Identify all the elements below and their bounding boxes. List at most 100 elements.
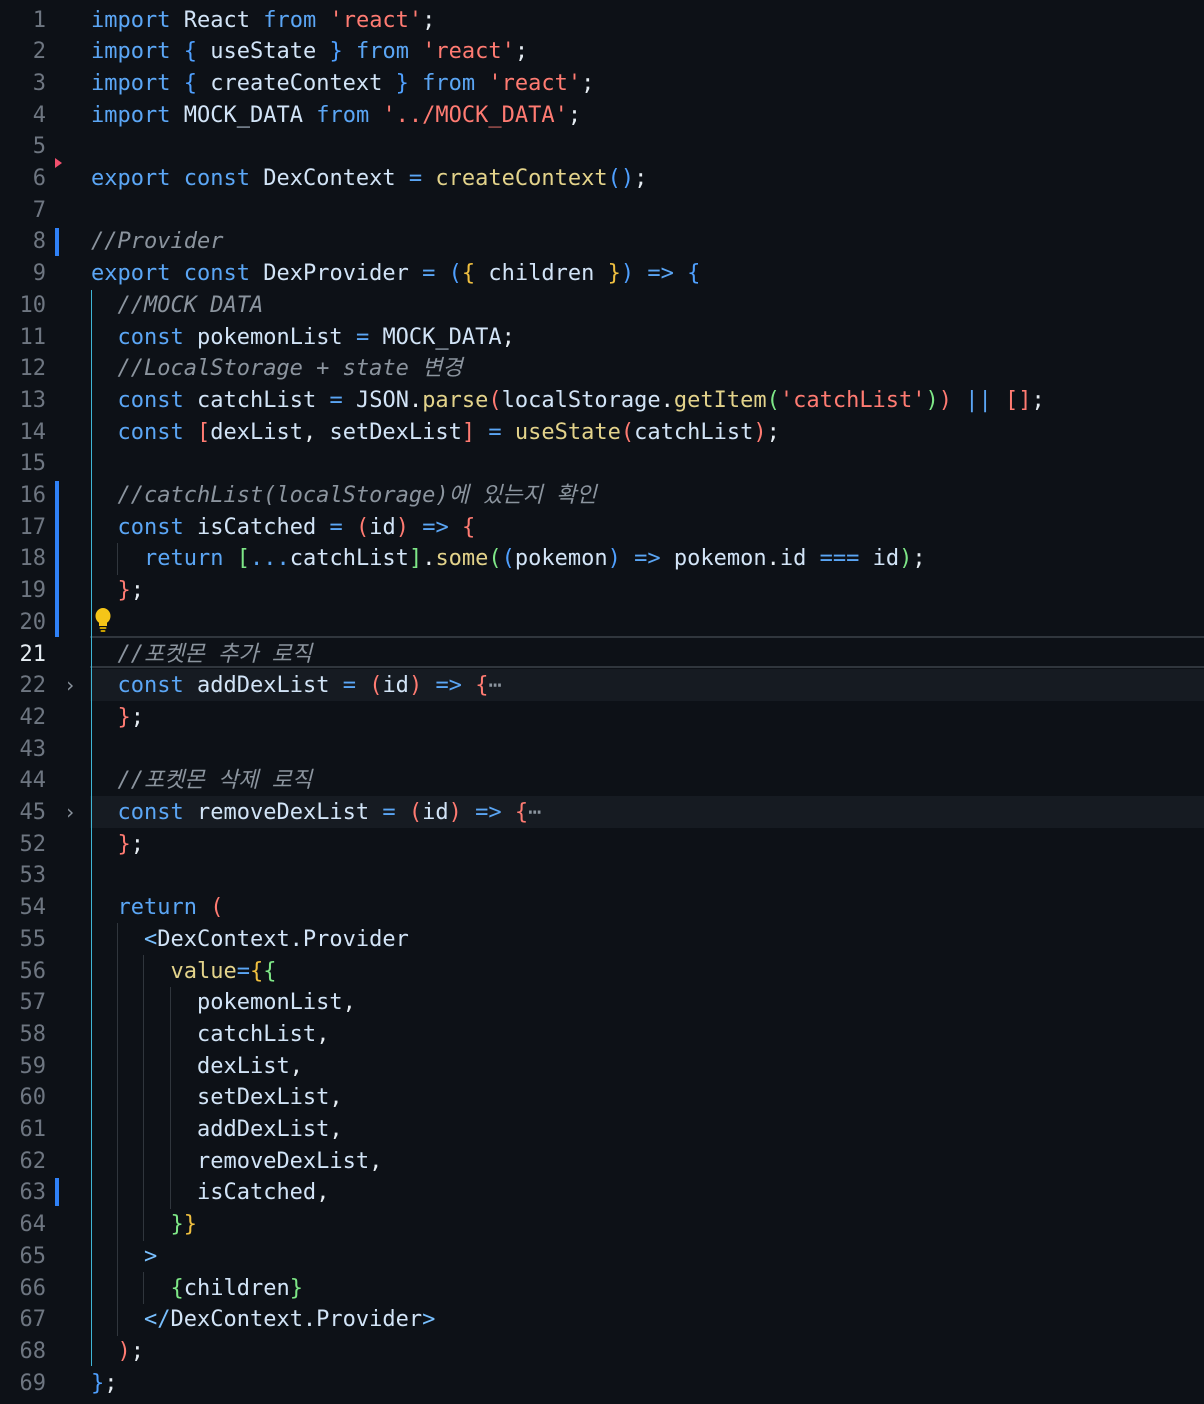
code-line[interactable]: 58 catchList, (0, 1019, 1204, 1051)
code-text[interactable]: </DexContext.Provider> (91, 1304, 435, 1336)
line-number[interactable]: 43 (0, 734, 47, 766)
line-number[interactable]: 9 (0, 258, 46, 290)
code-text[interactable]: import MOCK_DATA from '../MOCK_DATA'; (91, 100, 581, 132)
line-number[interactable]: 13 (0, 385, 47, 417)
code-line[interactable]: 53 (0, 860, 1204, 892)
code-line[interactable]: 56 value={{ (0, 956, 1204, 988)
code-text[interactable]: const isCatched = (id) => { (91, 512, 476, 544)
code-text[interactable]: import React from 'react'; (91, 5, 435, 37)
line-number[interactable]: 12 (0, 353, 47, 385)
line-number[interactable]: 6 (0, 163, 46, 195)
line-number[interactable]: 66 (0, 1273, 47, 1305)
code-text[interactable]: ); (91, 1336, 145, 1368)
code-line[interactable]: 21 //포켓몬 추가 로직 (0, 639, 1204, 671)
code-line[interactable]: 20 (0, 607, 1204, 639)
line-number[interactable]: 11 (0, 322, 47, 354)
line-number[interactable]: 3 (0, 68, 46, 100)
line-number[interactable]: 4 (0, 100, 46, 132)
line-number[interactable]: 53 (0, 860, 47, 892)
code-line[interactable]: 59 dexList, (0, 1051, 1204, 1083)
code-line[interactable]: 3 import { createContext } from 'react'; (0, 68, 1204, 100)
line-number[interactable]: 61 (0, 1114, 47, 1146)
code-text[interactable]: //LocalStorage + state 변경 (91, 353, 463, 385)
code-line[interactable]: 57 pokemonList, (0, 987, 1204, 1019)
line-number[interactable]: 18 (0, 543, 47, 575)
code-line[interactable]: 5 (0, 131, 1204, 163)
line-number[interactable]: 7 (0, 195, 46, 227)
code-line[interactable]: 17 const isCatched = (id) => { (0, 512, 1204, 544)
line-number[interactable]: 55 (0, 924, 47, 956)
code-text[interactable]: import { useState } from 'react'; (91, 36, 528, 68)
line-number[interactable]: 69 (0, 1368, 47, 1400)
code-text[interactable]: }; (91, 1368, 118, 1400)
code-line[interactable]: 18 return [...catchList].some((pokemon) … (0, 543, 1204, 575)
line-number[interactable]: 52 (0, 829, 47, 861)
line-number[interactable]: 65 (0, 1241, 47, 1273)
line-number[interactable]: 17 (0, 512, 47, 544)
folded-ellipsis[interactable]: ⋯ (528, 800, 541, 825)
line-number[interactable]: 45 (0, 797, 47, 829)
code-text[interactable]: <DexContext.Provider (91, 924, 409, 956)
line-number[interactable]: 63 (0, 1177, 47, 1209)
line-number[interactable]: 16 (0, 480, 47, 512)
code-line[interactable]: 55 <DexContext.Provider (0, 924, 1204, 956)
code-text[interactable]: return ( (91, 892, 224, 924)
code-text[interactable]: const [dexList, setDexList] = useState(c… (91, 417, 780, 449)
line-number[interactable]: 57 (0, 987, 47, 1019)
code-line[interactable]: 44 //포켓몬 삭제 로직 (0, 765, 1204, 797)
code-text[interactable]: }} (91, 1209, 197, 1241)
line-number[interactable]: 14 (0, 417, 47, 449)
line-number[interactable]: 42 (0, 702, 47, 734)
code-line[interactable]: 63 isCatched, (0, 1177, 1204, 1209)
code-text[interactable]: pokemonList, (91, 987, 356, 1019)
code-line[interactable]: 14 const [dexList, setDexList] = useStat… (0, 417, 1204, 449)
code-text[interactable]: const catchList = JSON.parse(localStorag… (91, 385, 1045, 417)
code-text[interactable]: }; (91, 829, 145, 861)
code-line[interactable]: 67 </DexContext.Provider> (0, 1304, 1204, 1336)
line-number[interactable]: 21 (0, 639, 47, 671)
code-line[interactable]: 2 import { useState } from 'react'; (0, 36, 1204, 68)
line-number[interactable]: 19 (0, 575, 47, 607)
code-line[interactable]: 13 const catchList = JSON.parse(localSto… (0, 385, 1204, 417)
code-line[interactable]: 52 }; (0, 829, 1204, 861)
code-line[interactable]: 69}; (0, 1368, 1204, 1400)
code-line[interactable]: 60 setDexList, (0, 1082, 1204, 1114)
line-number[interactable]: 60 (0, 1082, 47, 1114)
code-text[interactable]: > (91, 1241, 157, 1273)
line-number[interactable]: 1 (0, 5, 46, 37)
code-text[interactable]: const addDexList = (id) => {⋯ (91, 670, 502, 702)
code-line[interactable]: 1 import React from 'react'; (0, 5, 1204, 37)
code-text[interactable]: //포켓몬 추가 로직 (91, 639, 313, 671)
code-text[interactable]: //catchList(localStorage)에 있는지 확인 (91, 480, 597, 512)
line-number[interactable]: 2 (0, 36, 46, 68)
code-line[interactable]: 10 //MOCK DATA (0, 290, 1204, 322)
code-line[interactable]: 64 }} (0, 1209, 1204, 1241)
line-number[interactable]: 22 (0, 670, 47, 702)
code-text[interactable]: dexList, (91, 1051, 303, 1083)
code-text[interactable]: setDexList, (91, 1082, 343, 1114)
line-number[interactable]: 62 (0, 1146, 47, 1178)
line-number[interactable]: 58 (0, 1019, 47, 1051)
line-number[interactable]: 59 (0, 1051, 47, 1083)
code-line[interactable]: 15 (0, 448, 1204, 480)
code-text[interactable]: //포켓몬 삭제 로직 (91, 765, 313, 797)
code-line[interactable]: 43 (0, 734, 1204, 766)
code-line[interactable]: 12 //LocalStorage + state 변경 (0, 353, 1204, 385)
code-text[interactable]: export const DexProvider = ({ children }… (91, 258, 700, 290)
code-line[interactable]: 19 }; (0, 575, 1204, 607)
code-line[interactable]: 8 //Provider (0, 226, 1204, 258)
code-text[interactable]: const pokemonList = MOCK_DATA; (91, 322, 515, 354)
line-number[interactable]: 56 (0, 956, 47, 988)
code-line[interactable]: 66 {children} (0, 1273, 1204, 1305)
code-text[interactable]: //MOCK DATA (91, 290, 264, 322)
code-text[interactable]: value={{ (91, 956, 276, 988)
line-number[interactable]: 8 (0, 226, 46, 258)
code-line[interactable]: 11 const pokemonList = MOCK_DATA; (0, 322, 1204, 354)
code-editor[interactable]: 1 import React from 'react'; 2 import { use… (0, 0, 1204, 1404)
line-number[interactable]: 67 (0, 1304, 47, 1336)
line-number[interactable]: 5 (0, 131, 46, 163)
code-text[interactable]: const removeDexList = (id) => {⋯ (91, 797, 542, 829)
code-text[interactable]: addDexList, (91, 1114, 343, 1146)
code-text[interactable]: export const DexContext = createContext(… (91, 163, 647, 195)
code-line[interactable]: 7 (0, 195, 1204, 227)
